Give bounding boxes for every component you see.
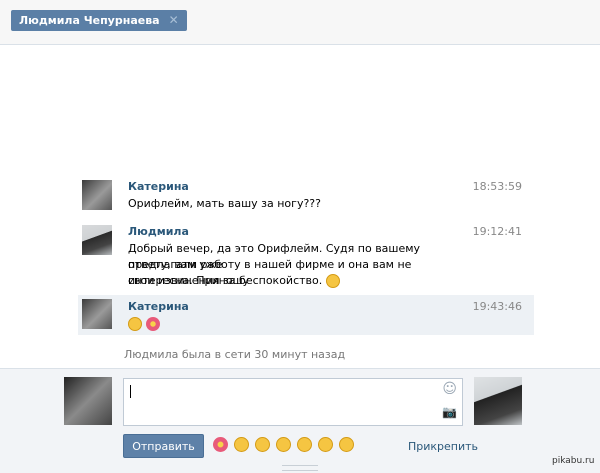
laughing-icon[interactable] bbox=[255, 437, 270, 452]
message-text-segment: свои извинения за беспокойство. bbox=[128, 274, 323, 287]
dialog-tab[interactable]: Людмила Чепурнаева ✕ bbox=[11, 10, 187, 31]
message-input[interactable]: ☺ 📷 bbox=[123, 378, 463, 426]
message-time[interactable]: 18:53:59 bbox=[473, 180, 522, 193]
grin-icon[interactable] bbox=[234, 437, 249, 452]
smile-icon bbox=[325, 274, 340, 288]
flower-icon[interactable] bbox=[213, 437, 228, 452]
message-time[interactable]: 19:43:46 bbox=[473, 300, 522, 313]
message-time[interactable]: 19:12:41 bbox=[473, 225, 522, 238]
kiss-icon[interactable] bbox=[339, 437, 354, 452]
avatar[interactable] bbox=[82, 225, 112, 255]
watermark: pikabu.ru bbox=[552, 456, 595, 466]
camera-icon[interactable]: 📷 bbox=[442, 405, 457, 419]
last-seen-status: Людмила была в сети 30 минут назад bbox=[124, 348, 346, 361]
smile-icon[interactable]: ☺ bbox=[442, 381, 457, 397]
message-emoji-row bbox=[128, 316, 458, 332]
emoji-bar bbox=[213, 437, 354, 452]
message-author[interactable]: Людмила bbox=[128, 225, 189, 238]
avatar[interactable] bbox=[82, 180, 112, 210]
dialog-tabs-bar: Людмила Чепурнаева ✕ bbox=[0, 0, 600, 45]
message-author[interactable]: Катерина bbox=[128, 300, 189, 313]
partner-avatar[interactable] bbox=[474, 377, 522, 425]
message-item: Катерина 19:43:46 bbox=[78, 295, 534, 335]
message-text-line: свои извинения за беспокойство. bbox=[128, 273, 340, 289]
wink-icon[interactable] bbox=[318, 437, 333, 452]
message-item: Людмила 19:12:41 Добрый вечер, да это Ор… bbox=[78, 225, 534, 289]
send-button[interactable]: Отправить bbox=[123, 434, 204, 458]
tongue-out-icon[interactable] bbox=[276, 437, 291, 452]
my-avatar[interactable] bbox=[64, 377, 112, 425]
message-item: Катерина 18:53:59 Орифлейм, мать вашу за… bbox=[78, 180, 534, 216]
avatar[interactable] bbox=[82, 299, 112, 329]
close-icon[interactable]: ✕ bbox=[169, 10, 179, 31]
message-text: Орифлейм, мать вашу за ногу??? bbox=[128, 197, 321, 210]
message-author[interactable]: Катерина bbox=[128, 180, 189, 193]
resize-handle[interactable] bbox=[282, 465, 318, 471]
rolling-eyes-icon bbox=[128, 317, 142, 331]
text-caret bbox=[130, 385, 131, 398]
flower-icon bbox=[145, 317, 160, 331]
dialog-tab-title: Людмила Чепурнаева bbox=[19, 14, 160, 27]
attach-link[interactable]: Прикрепить bbox=[408, 440, 478, 453]
scream-icon[interactable] bbox=[297, 437, 312, 452]
